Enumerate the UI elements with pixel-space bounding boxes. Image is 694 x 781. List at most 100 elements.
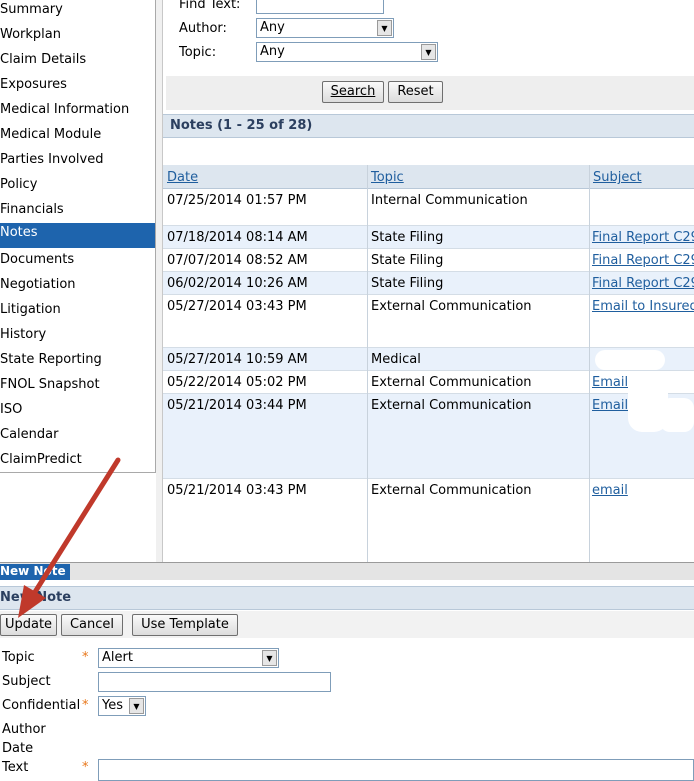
sidebar-item-claimpredict[interactable]: ClaimPredict xyxy=(0,450,155,475)
note-date: 06/02/2014 10:26 AM xyxy=(167,276,308,291)
sidebar-item-policy[interactable]: Policy xyxy=(0,175,155,200)
table-row[interactable]: 05/21/2014 03:44 PM External Communicati… xyxy=(163,394,694,479)
required-indicator: * xyxy=(82,760,89,775)
note-subject-link[interactable]: Email to Insured xyxy=(592,299,694,314)
sidebar-item-parties-involved[interactable]: Parties Involved xyxy=(0,150,155,175)
table-row[interactable]: 07/07/2014 08:52 AM State Filing Final R… xyxy=(163,249,694,272)
update-button-label: Update xyxy=(4,617,53,632)
note-date: 05/21/2014 03:44 PM xyxy=(167,398,307,413)
splitter[interactable] xyxy=(156,0,163,562)
chevron-down-icon[interactable]: ▼ xyxy=(129,698,144,714)
table-row[interactable]: 05/21/2014 03:43 PM External Communicati… xyxy=(163,479,694,562)
chevron-down-icon[interactable]: ▼ xyxy=(421,44,436,60)
topic-label: Topic xyxy=(2,650,35,665)
redaction-mark xyxy=(636,482,694,496)
sidebar-item-litigation[interactable]: Litigation xyxy=(0,300,155,325)
column-header-subject[interactable]: Subject xyxy=(593,170,642,185)
chevron-down-icon[interactable]: ▼ xyxy=(262,650,277,666)
sidebar-item-state-reporting[interactable]: State Reporting xyxy=(0,350,155,375)
note-date: 05/27/2014 03:43 PM xyxy=(167,299,307,314)
note-date: 07/18/2014 08:14 AM xyxy=(167,230,308,245)
find-text-input[interactable] xyxy=(256,0,384,14)
sidebar-item-iso[interactable]: ISO xyxy=(0,400,155,425)
note-subject-link[interactable]: Email xyxy=(592,375,628,390)
topic-select[interactable]: Alert ▼ xyxy=(98,648,279,668)
note-topic: State Filing xyxy=(371,230,444,245)
author-select[interactable]: Any ▼ xyxy=(256,18,394,38)
topic-filter-select[interactable]: Any ▼ xyxy=(256,42,438,62)
note-subject-link[interactable]: email xyxy=(592,483,628,498)
sidebar-item-claim-details[interactable]: Claim Details xyxy=(0,50,155,75)
confidential-label: Confidential xyxy=(2,698,81,713)
sidebar-item-exposures[interactable]: Exposures xyxy=(0,75,155,100)
note-topic: External Communication xyxy=(371,375,532,390)
sidebar-item-documents[interactable]: Documents xyxy=(0,250,155,275)
sidebar-item-summary[interactable]: Summary xyxy=(0,0,155,25)
sidebar-item-medical-module[interactable]: Medical Module xyxy=(0,125,155,150)
table-row[interactable]: 05/27/2014 03:43 PM External Communicati… xyxy=(163,295,694,348)
date-field-label: Date xyxy=(2,741,34,756)
redaction-mark xyxy=(660,398,694,432)
author-field-label: Author xyxy=(2,722,46,737)
bottom-tab-strip xyxy=(0,562,694,580)
note-date: 05/27/2014 10:59 AM xyxy=(167,352,308,367)
note-topic: External Communication xyxy=(371,398,532,413)
topic-filter-label: Topic: xyxy=(179,45,217,60)
reset-button-label: Reset xyxy=(397,84,434,99)
notes-table-header: Date Topic Subject xyxy=(163,165,694,189)
column-header-date[interactable]: Date xyxy=(167,170,198,185)
topic-filter-value: Any xyxy=(260,44,285,59)
sidebar-item-calendar[interactable]: Calendar xyxy=(0,425,155,450)
note-date: 07/25/2014 01:57 PM xyxy=(167,193,307,208)
tab-new-note[interactable]: New Note xyxy=(0,564,70,580)
sidebar-item-history[interactable]: History xyxy=(0,325,155,350)
note-date: 05/21/2014 03:43 PM xyxy=(167,483,307,498)
subject-input[interactable] xyxy=(98,672,331,692)
sidebar-item-financials[interactable]: Financials xyxy=(0,200,155,225)
note-topic: Medical xyxy=(371,352,421,367)
note-topic: External Communication xyxy=(371,299,532,314)
reset-button[interactable]: Reset xyxy=(388,81,443,103)
confidential-select-value: Yes xyxy=(102,698,123,713)
sidebar-item-workplan[interactable]: Workplan xyxy=(0,25,155,50)
column-divider xyxy=(589,165,590,562)
author-select-value: Any xyxy=(260,20,285,35)
update-button[interactable]: Update xyxy=(0,614,57,636)
sidebar-item-fnol-snapshot[interactable]: FNOL Snapshot xyxy=(0,375,155,400)
use-template-button[interactable]: Use Template xyxy=(132,614,238,636)
search-button[interactable]: Search xyxy=(322,81,384,103)
note-date: 05/22/2014 05:02 PM xyxy=(167,375,307,390)
table-row[interactable]: 05/22/2014 05:02 PM External Communicati… xyxy=(163,371,694,394)
note-topic: State Filing xyxy=(371,276,444,291)
notes-section-title: Notes (1 - 25 of 28) xyxy=(163,114,694,138)
search-button-label: Search xyxy=(330,84,376,99)
required-indicator: * xyxy=(82,698,89,713)
sidebar-nav: Summary Workplan Claim Details Exposures… xyxy=(0,0,156,473)
topic-select-value: Alert xyxy=(102,650,133,665)
note-subject-link[interactable]: Final Report C29 xyxy=(592,276,694,291)
note-date: 07/07/2014 08:52 AM xyxy=(167,253,308,268)
note-topic: Internal Communication xyxy=(371,193,528,208)
table-row[interactable]: 06/02/2014 10:26 AM State Filing Final R… xyxy=(163,272,694,295)
note-subject-link[interactable]: Final Report C29 xyxy=(592,253,694,268)
chevron-down-icon[interactable]: ▼ xyxy=(377,20,392,36)
column-divider xyxy=(367,165,368,562)
redaction-mark xyxy=(593,192,694,204)
note-text-area[interactable] xyxy=(98,759,694,781)
subject-label: Subject xyxy=(2,674,51,689)
sidebar-item-notes[interactable]: Notes xyxy=(0,223,155,248)
use-template-button-label: Use Template xyxy=(141,617,229,632)
note-subject-link[interactable]: Email xyxy=(592,398,628,413)
note-subject-link[interactable]: Final Report C29 xyxy=(592,230,694,245)
sidebar-item-negotiation[interactable]: Negotiation xyxy=(0,275,155,300)
table-row[interactable]: 07/18/2014 08:14 AM State Filing Final R… xyxy=(163,226,694,249)
sidebar-item-medical-information[interactable]: Medical Information xyxy=(0,100,155,125)
cancel-button-label: Cancel xyxy=(69,617,115,632)
note-topic: State Filing xyxy=(371,253,444,268)
cancel-button[interactable]: Cancel xyxy=(61,614,123,636)
required-indicator: * xyxy=(82,650,89,665)
confidential-select[interactable]: Yes ▼ xyxy=(98,696,146,716)
new-note-section-title: New Note xyxy=(0,586,694,610)
column-header-topic[interactable]: Topic xyxy=(371,170,404,185)
redaction-mark xyxy=(595,350,665,370)
